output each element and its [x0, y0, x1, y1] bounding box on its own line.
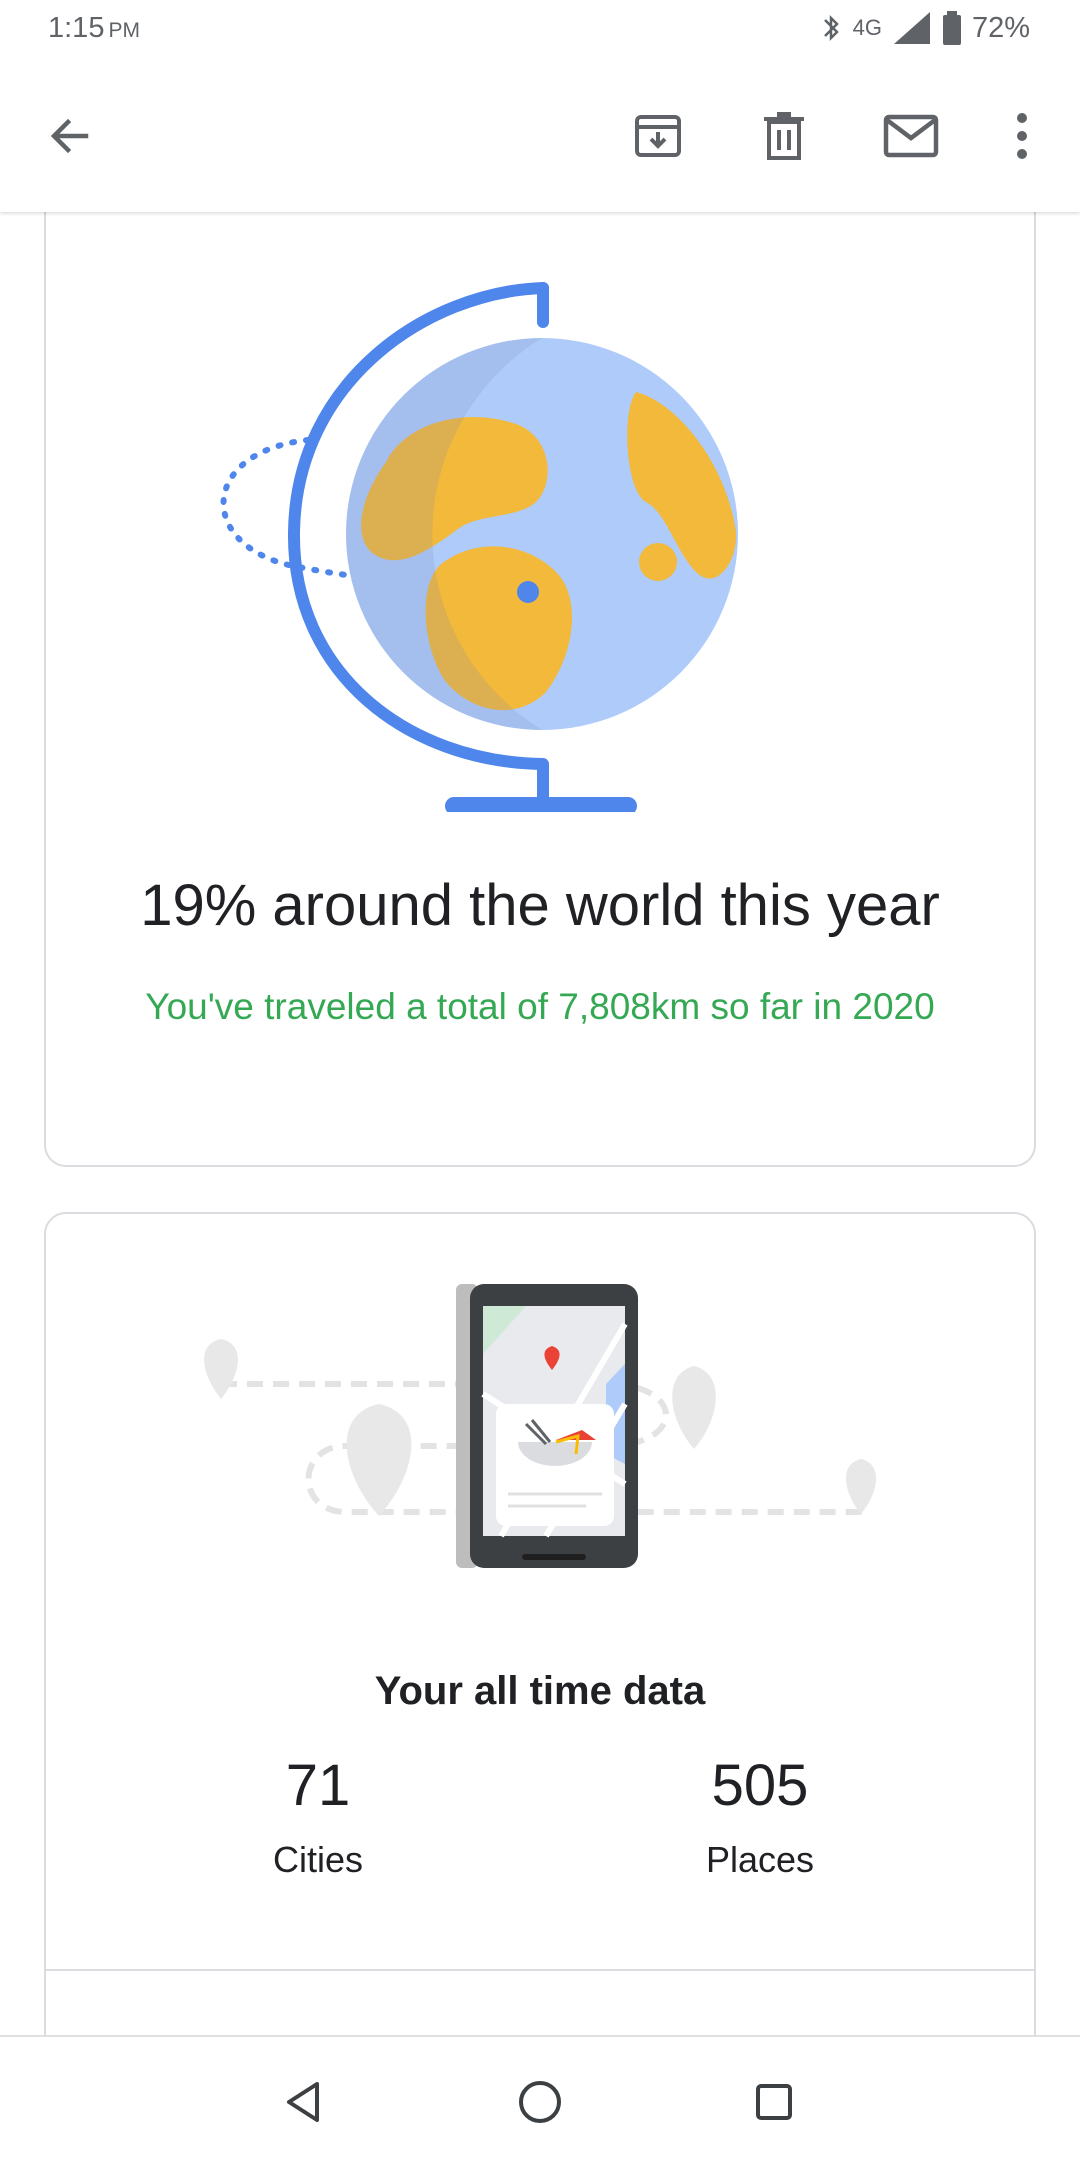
network-type: 4G [852, 15, 882, 40]
delete-icon [764, 112, 804, 160]
more-vert-icon [1017, 113, 1027, 159]
back-button[interactable] [30, 96, 110, 176]
cities-stat: 71 Cities [168, 1752, 468, 1881]
circle-home-icon [519, 2081, 561, 2123]
back-arrow-icon [50, 118, 89, 154]
card-divider [46, 1969, 1034, 1971]
archive-button[interactable] [618, 96, 698, 176]
distance-summary: You've traveled a total of 7,808km so fa… [145, 986, 935, 1027]
battery-level: 72% [971, 11, 1030, 44]
places-count: 505 [711, 1753, 809, 1818]
phone-map-illustration [204, 1284, 877, 1568]
world-progress-card: 19% around the world this year You've tr… [44, 212, 1036, 1167]
world-progress-title: 19% around the world this year [140, 873, 940, 938]
globe-illustration [220, 282, 738, 812]
nav-back-button[interactable] [268, 2067, 338, 2137]
mail-icon [883, 114, 939, 158]
places-label: Places [705, 1839, 815, 1880]
triangle-back-icon [287, 2082, 319, 2122]
system-nav-bar [0, 2035, 1080, 2162]
bluetooth-icon [823, 14, 839, 42]
square-recents-icon [756, 2084, 792, 2120]
all-time-data-card: Your all time data 71 Cities 505 Places [44, 1212, 1036, 2035]
more-options-button[interactable] [982, 96, 1062, 176]
signal-icon [893, 12, 930, 44]
places-stat: 505 Places [610, 1752, 910, 1881]
cities-count: 71 [285, 1753, 351, 1818]
status-time: 1:15 PM [48, 12, 140, 45]
all-time-title: Your all time data [374, 1669, 706, 1713]
status-icons: 4G 72% [819, 10, 1030, 46]
time-ampm: PM [108, 19, 140, 42]
cities-label: Cities [272, 1839, 364, 1880]
app-bar [0, 62, 1080, 212]
archive-icon [635, 115, 681, 157]
delete-button[interactable] [744, 96, 824, 176]
nav-home-button[interactable] [505, 2067, 575, 2137]
status-bar: 1:15 PM 4G 72% [0, 0, 1080, 62]
battery-icon [942, 11, 961, 45]
mark-unread-button[interactable] [871, 96, 951, 176]
time-value: 1:15 [48, 12, 105, 44]
email-body[interactable]: 19% around the world this year You've tr… [0, 212, 1080, 2035]
nav-recents-button[interactable] [739, 2067, 809, 2137]
